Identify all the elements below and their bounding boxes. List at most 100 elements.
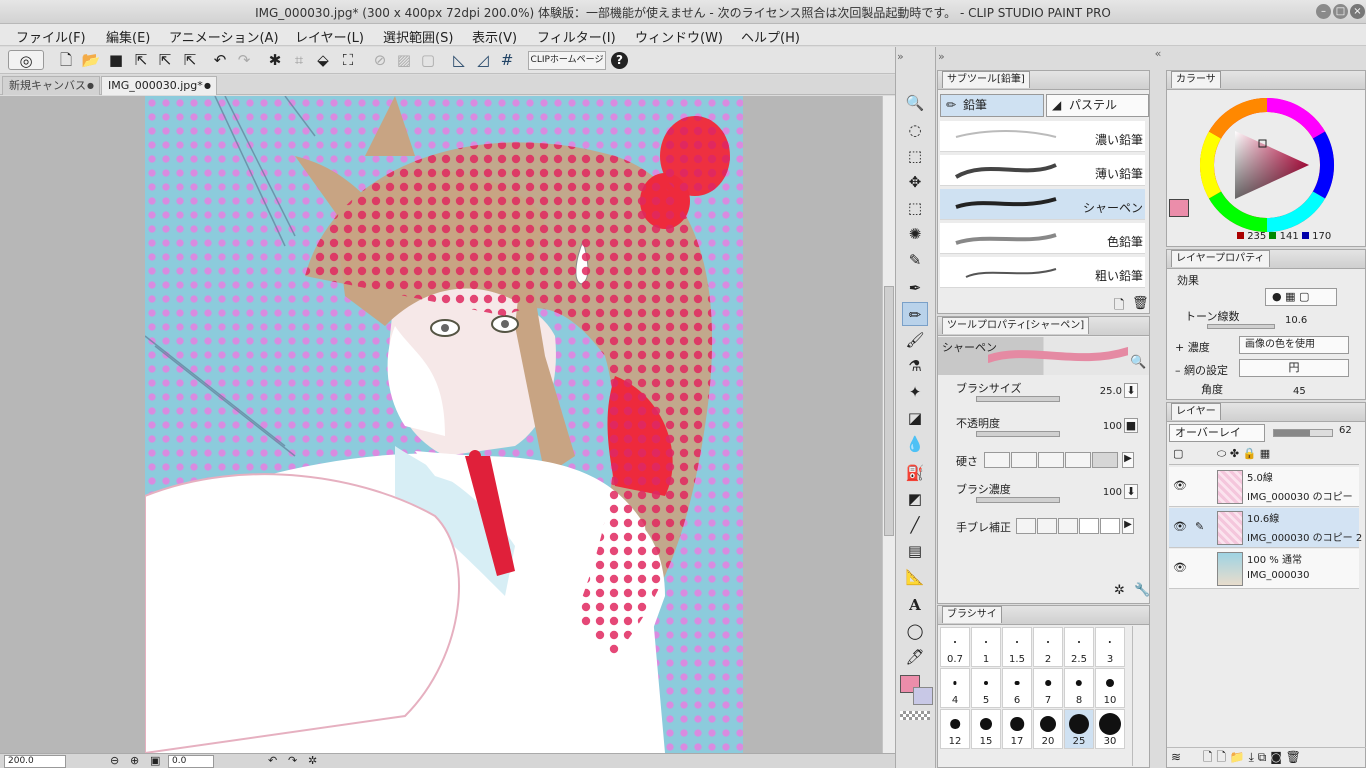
canvas-vertical-scrollbar[interactable] [882,96,895,753]
menu-animation[interactable]: アニメーション(A) [169,27,279,46]
decoration-tool-icon[interactable]: ✦ [902,380,928,404]
balloon-tool-icon[interactable]: ◯ [902,619,928,643]
reset-rotation-icon[interactable]: ✲ [308,754,317,767]
frame-tool-icon[interactable]: ▤ [902,539,928,563]
brush-size-scrollbar[interactable] [1132,626,1145,766]
text-tool-icon[interactable]: A [902,593,928,617]
delete-subtool-icon[interactable]: 🗑 [1132,296,1149,311]
brush-dark-pencil[interactable]: 濃い鉛筆 [940,121,1145,152]
subtool-collapse-icon[interactable]: » [938,50,945,63]
save-icon[interactable]: ■ [106,50,126,70]
hardness-level-4[interactable] [1065,452,1091,468]
brush-size-10[interactable]: 10 [1095,668,1125,708]
stabilization-level-1[interactable] [1016,518,1036,534]
tone-lines-value[interactable]: 10.6 [1285,315,1307,326]
menu-window[interactable]: ウィンドウ(W) [635,27,723,46]
preview-zoom-icon[interactable]: 🔍 [1130,355,1146,370]
fit-view-icon[interactable]: ▣ [150,754,160,767]
new-raster-layer-icon[interactable]: 🗋 [1203,750,1213,764]
zoom-tool-icon[interactable]: 🔍 [902,91,928,115]
correction-tool-icon[interactable]: 🖊 [902,645,928,669]
ruler-tool-icon[interactable]: 📐 [902,565,928,589]
menu-selection[interactable]: 選択範囲(S) [383,27,453,46]
color-wheel[interactable] [1197,95,1337,235]
transparent-color-swatch[interactable] [900,711,930,720]
angle-value[interactable]: 45 [1293,386,1306,397]
select-pointer-3-icon[interactable]: ⇱ [180,50,200,70]
rotate-right-icon[interactable]: ↷ [288,754,297,767]
sub-color-swatch[interactable] [913,687,933,705]
eyedropper-tool-icon[interactable]: ✎ [902,248,928,272]
hardness-level-1[interactable] [984,452,1010,468]
grid-icon[interactable]: # [497,50,517,70]
brush-size-2[interactable]: 2 [1033,627,1063,667]
minimize-button[interactable]: – [1316,4,1331,19]
drawing-canvas[interactable] [145,96,743,753]
brush-size-dropdown-icon[interactable]: ⬇ [1124,383,1138,398]
clip-studio-icon[interactable]: ◎ [8,50,44,70]
brush-size-7[interactable]: 7 [1033,668,1063,708]
brush-size-12[interactable]: 12 [940,709,970,749]
eraser-tool-icon[interactable]: ◪ [902,406,928,430]
open-folder-icon[interactable]: 📂 [81,50,101,70]
new-subtool-icon[interactable]: 🗋 [1114,296,1124,318]
lock-transparency-icon[interactable]: ▦ [1260,447,1270,460]
opacity-toggle-icon[interactable]: ■ [1124,418,1138,433]
layer-panel-title[interactable]: レイヤー [1171,403,1221,420]
layer-mask-icon[interactable]: ⬭ [1217,447,1226,460]
brush-size-title[interactable]: ブラシサイ [942,606,1002,623]
layer-row[interactable]: 👁 ✎ 10.6線 IMG_000030 のコピー 2 [1169,508,1362,548]
screen-dropdown[interactable]: 円 [1239,359,1349,377]
brush-light-pencil[interactable]: 薄い鉛筆 [940,155,1145,186]
marquee-tool-icon[interactable]: ⬚ [902,196,928,220]
density-slider[interactable] [976,497,1060,503]
brush-size-3[interactable]: 3 [1095,627,1125,667]
tab-close-icon[interactable]: ● [204,77,211,95]
brush-size-8[interactable]: 8 [1064,668,1094,708]
tab-new-canvas[interactable]: 新規キャンバス ● [2,76,100,95]
clip-homepage-button[interactable]: CLIPホームページ [528,51,606,70]
menu-edit[interactable]: 編集(E) [106,27,150,46]
layer-row[interactable]: 👁 5.0線 IMG_000030 のコピー [1169,467,1359,507]
object-tool-icon[interactable]: ⬚ [902,144,928,168]
stabilization-level-4[interactable] [1079,518,1099,534]
select-pointer-icon[interactable]: ⇱ [131,50,151,70]
new-vector-layer-icon[interactable]: 🗋 [1216,750,1226,764]
ruler-icon[interactable]: ◺ [449,50,469,70]
visibility-eye-icon[interactable]: 👁 [1173,479,1187,492]
pen-tool-icon[interactable]: ✒ [902,276,928,300]
opacity-value[interactable]: 100 [1088,421,1122,432]
tone-lines-slider[interactable] [1207,324,1275,329]
scroll-thumb[interactable] [884,286,894,536]
brush-colored-pencil[interactable]: 色鉛筆 [940,223,1145,254]
tab-pastel[interactable]: ◢ パステル [1046,94,1149,117]
line-tool-icon[interactable]: ╱ [902,513,928,537]
gradient-tool-icon[interactable]: ◩ [902,487,928,511]
menu-file[interactable]: ファイル(F) [16,27,86,46]
stabilization-level-5[interactable] [1100,518,1120,534]
zoom-in-icon[interactable]: ⊕ [130,754,139,767]
brush-size-value[interactable]: 25.0 [1088,386,1122,397]
tool-property-title[interactable]: ツールプロパティ[シャーペン] [942,317,1090,334]
brush-size-15[interactable]: 15 [971,709,1001,749]
brush-size-25[interactable]: 25 [1064,709,1094,749]
fill-selection-icon[interactable]: ▨ [394,50,414,70]
undo-icon[interactable]: ↶ [210,50,230,70]
stabilization-level-2[interactable] [1037,518,1057,534]
subtool-panel-title[interactable]: サブツール[鉛筆] [942,71,1030,88]
fill-tool-icon[interactable]: ⛽ [902,461,928,485]
menu-layer[interactable]: レイヤー(L) [295,27,364,46]
crop-icon[interactable]: ⌗ [289,50,309,70]
hardness-level-5[interactable] [1092,452,1118,468]
reset-icon[interactable]: ✲ [1114,583,1125,598]
layer-row[interactable]: 👁 100 % 通常 IMG_000030 [1169,549,1359,589]
move-tool-icon[interactable]: ✥ [902,170,928,194]
new-folder-icon[interactable]: 📁 [1230,750,1245,764]
tab-close-icon[interactable]: ● [87,77,94,95]
select-pointer-2-icon[interactable]: ⇱ [155,50,175,70]
hardness-level-3[interactable] [1038,452,1064,468]
density-dropdown-icon[interactable]: ⬇ [1124,484,1138,499]
copy-layer-icon[interactable]: ⧉ [1258,750,1267,764]
mask-layer-icon[interactable]: ◙ [1270,750,1282,764]
hardness-level-2[interactable] [1011,452,1037,468]
